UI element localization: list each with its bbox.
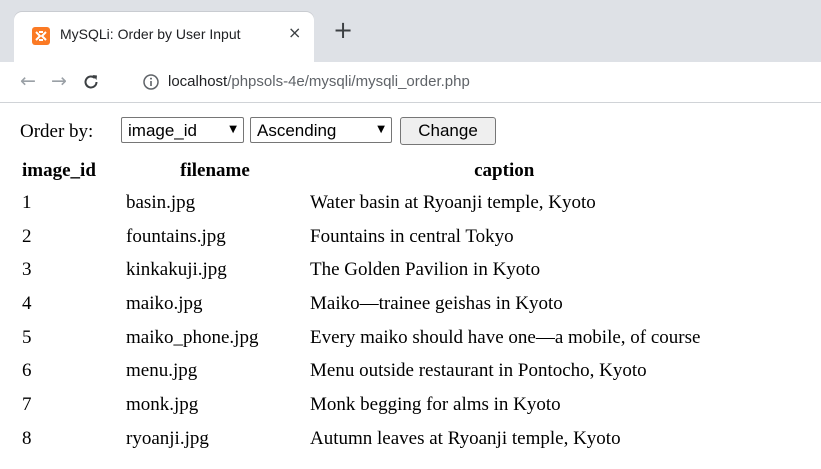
cell-filename: ryoanji.jpg [126,427,209,449]
table-row: 7 monk.jpg Monk begging for alms in Kyot… [20,388,702,422]
order-field-select[interactable]: image_id ▼ [121,117,244,143]
browser-tab[interactable]: MySQLi: Order by User Input × [14,12,314,62]
column-header-caption: caption [474,159,535,181]
cell-caption: Every maiko should have one—a mobile, of… [310,326,701,348]
cell-filename: kinkakuji.jpg [126,259,227,281]
dropdown-arrow-icon: ▼ [377,124,385,135]
cell-filename: maiko.jpg [126,292,203,314]
url-path: /phpsols-4e/mysqli/mysqli_order.php [227,73,470,90]
browser-toolbar: ← → localhost/phpsols-4e/mysqli/mysqli_o… [0,62,821,103]
cell-image-id: 5 [22,326,32,348]
change-button[interactable]: Change [400,117,496,145]
reload-icon[interactable] [82,73,100,91]
direction-select[interactable]: Ascending ▼ [250,117,392,143]
cell-image-id: 8 [22,427,32,449]
address-bar[interactable]: localhost/phpsols-4e/mysqli/mysqli_order… [168,73,470,90]
cell-caption: Monk begging for alms in Kyoto [310,393,561,415]
order-by-label: Order by: [20,121,94,142]
cell-caption: Water basin at Ryoanji temple, Kyoto [310,191,596,213]
cell-filename: maiko_phone.jpg [126,326,259,348]
cell-image-id: 2 [22,225,32,247]
images-table: image_id filename caption 1 basin.jpg Wa… [20,155,702,456]
back-arrow-icon[interactable]: ← [20,71,36,91]
cell-image-id: 7 [22,393,32,415]
new-tab-icon[interactable]: + [333,18,353,42]
info-icon[interactable] [143,74,159,90]
url-host: localhost [168,73,228,90]
cell-filename: monk.jpg [126,393,199,415]
direction-value: Ascending [257,121,337,140]
close-tab-icon[interactable]: × [288,23,301,42]
table-row: 6 menu.jpg Menu outside restaurant in Po… [20,354,702,388]
table-row: 3 kinkakuji.jpg The Golden Pavilion in K… [20,253,702,287]
cell-image-id: 3 [22,259,32,281]
cell-caption: Fountains in central Tokyo [310,225,514,247]
xampp-favicon-icon [32,27,50,45]
cell-filename: menu.jpg [126,360,198,382]
cell-image-id: 1 [22,191,32,213]
cell-caption: Menu outside restaurant in Pontocho, Kyo… [310,360,647,382]
table-row: 8 ryoanji.jpg Autumn leaves at Ryoanji t… [20,422,702,456]
table-header-row: image_id filename caption [20,155,702,186]
table-row: 4 maiko.jpg Maiko—trainee geishas in Kyo… [20,287,702,321]
order-field-value: image_id [128,121,197,140]
cell-caption: Autumn leaves at Ryoanji temple, Kyoto [310,427,621,449]
column-header-image-id: image_id [22,159,96,181]
tab-title: MySQLi: Order by User Input [60,26,241,42]
cell-filename: fountains.jpg [126,225,226,247]
cell-caption: The Golden Pavilion in Kyoto [310,259,541,281]
table-row: 2 fountains.jpg Fountains in central Tok… [20,220,702,254]
table-row: 1 basin.jpg Water basin at Ryoanji templ… [20,186,702,220]
cell-image-id: 4 [22,292,32,314]
browser-tab-strip: MySQLi: Order by User Input × + [0,0,821,62]
cell-image-id: 6 [22,360,32,382]
page-content: Order by: image_id ▼ Ascending ▼ Change … [0,103,821,469]
dropdown-arrow-icon: ▼ [229,124,237,135]
cell-filename: basin.jpg [126,191,196,213]
column-header-filename: filename [180,159,250,181]
forward-arrow-icon[interactable]: → [51,71,67,91]
table-row: 5 maiko_phone.jpg Every maiko should hav… [20,321,702,355]
cell-caption: Maiko—trainee geishas in Kyoto [310,292,563,314]
